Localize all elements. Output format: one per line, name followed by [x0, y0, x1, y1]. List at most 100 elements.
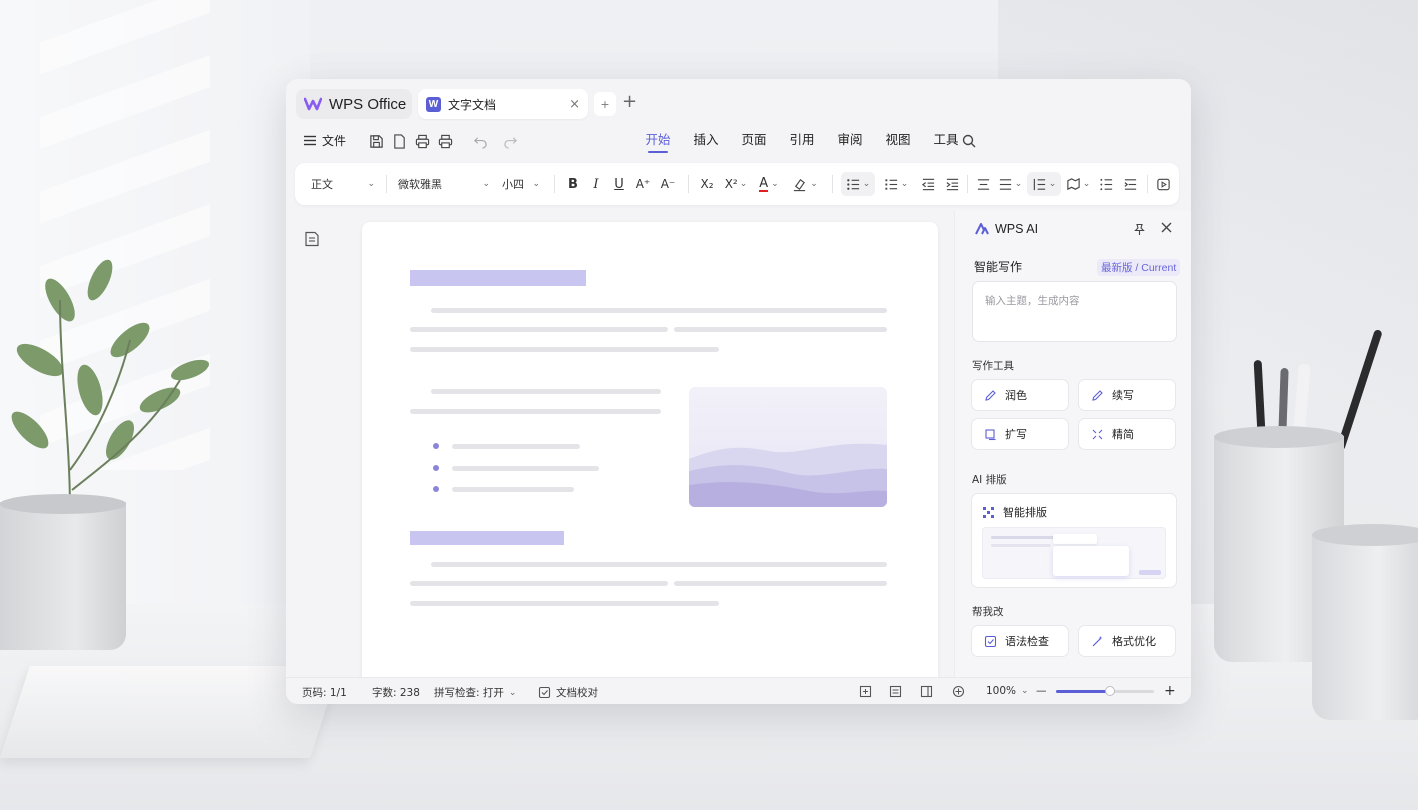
highlight-button[interactable]: ⌄ [789, 172, 821, 196]
document-page[interactable] [362, 222, 938, 692]
outline-toggle[interactable] [304, 231, 320, 251]
polish-button[interactable]: 润色 [971, 379, 1069, 411]
zoom-out-button[interactable]: — [1036, 685, 1047, 697]
view-web-button[interactable] [889, 685, 902, 698]
more-button[interactable] [1153, 172, 1173, 196]
mini-add-button[interactable]: + [594, 92, 616, 116]
tab-home[interactable]: 开始 [634, 131, 682, 153]
search-button[interactable] [962, 133, 976, 152]
font-select[interactable]: 微软雅黑 ⌄ [392, 172, 496, 196]
hamburger-icon [304, 135, 316, 146]
smart-layout-card[interactable]: 智能排版 [971, 493, 1177, 588]
distribute-button[interactable]: ⌄ [995, 172, 1025, 196]
format-optimize-button[interactable]: 格式优化 [1078, 625, 1176, 657]
underline-button[interactable]: U [609, 172, 629, 196]
bold-button[interactable]: B [563, 172, 583, 196]
wrap-button[interactable] [1119, 172, 1141, 196]
spell-check-toggle[interactable]: 拼写检查: 打开 ⌄ [434, 685, 516, 700]
chevron-down-icon: ⌄ [532, 179, 540, 189]
grammar-check-button[interactable]: 语法检查 [971, 625, 1069, 657]
numbered-list-button[interactable]: ⌄ [879, 172, 913, 196]
line-spacing-icon [1033, 178, 1045, 190]
bullet-dot [433, 465, 439, 471]
tab-insert[interactable]: 插入 [682, 131, 730, 153]
continue-button[interactable]: 续写 [1078, 379, 1176, 411]
word-count[interactable]: 字数: 238 [372, 685, 420, 700]
chevron-down-icon: ⌄ [771, 179, 779, 189]
close-panel-button[interactable] [1161, 219, 1172, 237]
shrink-font-button[interactable]: A⁻ [657, 172, 679, 196]
print-preview-button[interactable] [413, 131, 431, 151]
tab-page[interactable]: 页面 [730, 131, 778, 153]
tab-references[interactable]: 引用 [778, 131, 826, 153]
zoom-slider[interactable] [1056, 686, 1154, 696]
list-check-icon [1099, 178, 1112, 190]
borders-button[interactable]: ⌄ [1063, 172, 1093, 196]
expand-button[interactable]: 扩写 [971, 418, 1069, 450]
print-button[interactable] [436, 131, 454, 151]
tab-review[interactable]: 审阅 [826, 131, 874, 153]
new-tab-button[interactable]: + [622, 91, 637, 112]
magic-wand-icon [1092, 635, 1103, 646]
new-doc-button[interactable] [390, 131, 408, 151]
font-color-button[interactable]: A ⌄ [755, 172, 783, 196]
tab-document[interactable]: W 文字文档 × [418, 89, 588, 119]
pin-icon [1134, 223, 1145, 235]
align-button[interactable] [972, 172, 994, 196]
condense-button[interactable]: 精简 [1078, 418, 1176, 450]
globe-button[interactable] [952, 685, 965, 698]
image-placeholder[interactable] [689, 387, 887, 507]
zoom-slider-handle[interactable] [1104, 686, 1115, 696]
increase-indent-button[interactable] [941, 172, 963, 196]
superscript-button[interactable]: X² ⌄ [721, 172, 751, 196]
chevron-down-icon: ⌄ [900, 179, 909, 189]
wps-home-tab[interactable]: WPS Office [296, 89, 412, 119]
pin-button[interactable] [1133, 221, 1146, 240]
decrease-indent-button[interactable] [917, 172, 939, 196]
redo-button[interactable] [501, 131, 519, 151]
wps-ai-panel: WPS AI 智能写作 最新版 / Current 输入主题，生成内容 写作工具… [954, 211, 1191, 677]
smart-writing-heading: 智能写作 [974, 260, 1023, 274]
printer-icon [438, 134, 452, 148]
font-color-label: A [759, 175, 769, 192]
close-icon [1161, 222, 1172, 233]
size-select[interactable]: 小四 ⌄ [496, 172, 546, 196]
search-icon [962, 134, 976, 148]
view-read-button[interactable] [920, 685, 933, 698]
preview-button [1139, 570, 1161, 575]
view-page-button[interactable] [859, 685, 872, 698]
zoom-in-button[interactable]: + [1164, 683, 1176, 699]
eraser-icon [794, 178, 806, 191]
ai-panel-title-text: WPS AI [995, 222, 1039, 236]
zoom-value: 100% [986, 685, 1017, 697]
file-menu[interactable]: 文件 [304, 132, 346, 149]
tab-view[interactable]: 视图 [874, 131, 922, 153]
ai-prompt-input[interactable]: 输入主题，生成内容 [972, 281, 1177, 342]
proofread-button[interactable]: 文档校对 [538, 685, 598, 700]
close-icon[interactable]: × [569, 97, 580, 112]
wps-logo-icon [304, 97, 322, 111]
chevron-down-icon: ⌄ [862, 179, 871, 189]
checkbox-icon [538, 686, 551, 699]
text-line [410, 601, 719, 606]
zoom-select[interactable]: 100% ⌄ [986, 685, 1029, 697]
align-center-icon [977, 178, 989, 190]
line-spacing-button[interactable]: ⌄ [1027, 172, 1061, 196]
layout-preview [982, 527, 1166, 579]
save-button[interactable] [367, 131, 385, 151]
chevron-down-icon: ⌄ [810, 179, 818, 189]
subscript-button[interactable]: X₂ [696, 172, 718, 196]
page-count: 页码: 1/1 [302, 687, 347, 699]
web-view-icon [889, 685, 902, 698]
italic-button[interactable]: I [586, 172, 606, 196]
ai-panel-title: WPS AI [975, 222, 1038, 236]
style-select[interactable]: 正文 ⌄ [305, 172, 381, 196]
format-optimize-label: 格式优化 [1112, 635, 1156, 648]
undo-button[interactable] [471, 131, 489, 151]
expand-icon [985, 428, 996, 440]
file-menu-label: 文件 [322, 134, 347, 148]
grow-font-button[interactable]: A⁺ [632, 172, 654, 196]
bullet-list-button[interactable]: ⌄ [841, 172, 875, 196]
format-toolbar: 正文 ⌄ 微软雅黑 ⌄ 小四 ⌄ B I U A⁺ A⁻ X₂ X² ⌄ A ⌄ ⌄ ⌄ [295, 163, 1179, 205]
paragraph-button[interactable] [1095, 172, 1117, 196]
